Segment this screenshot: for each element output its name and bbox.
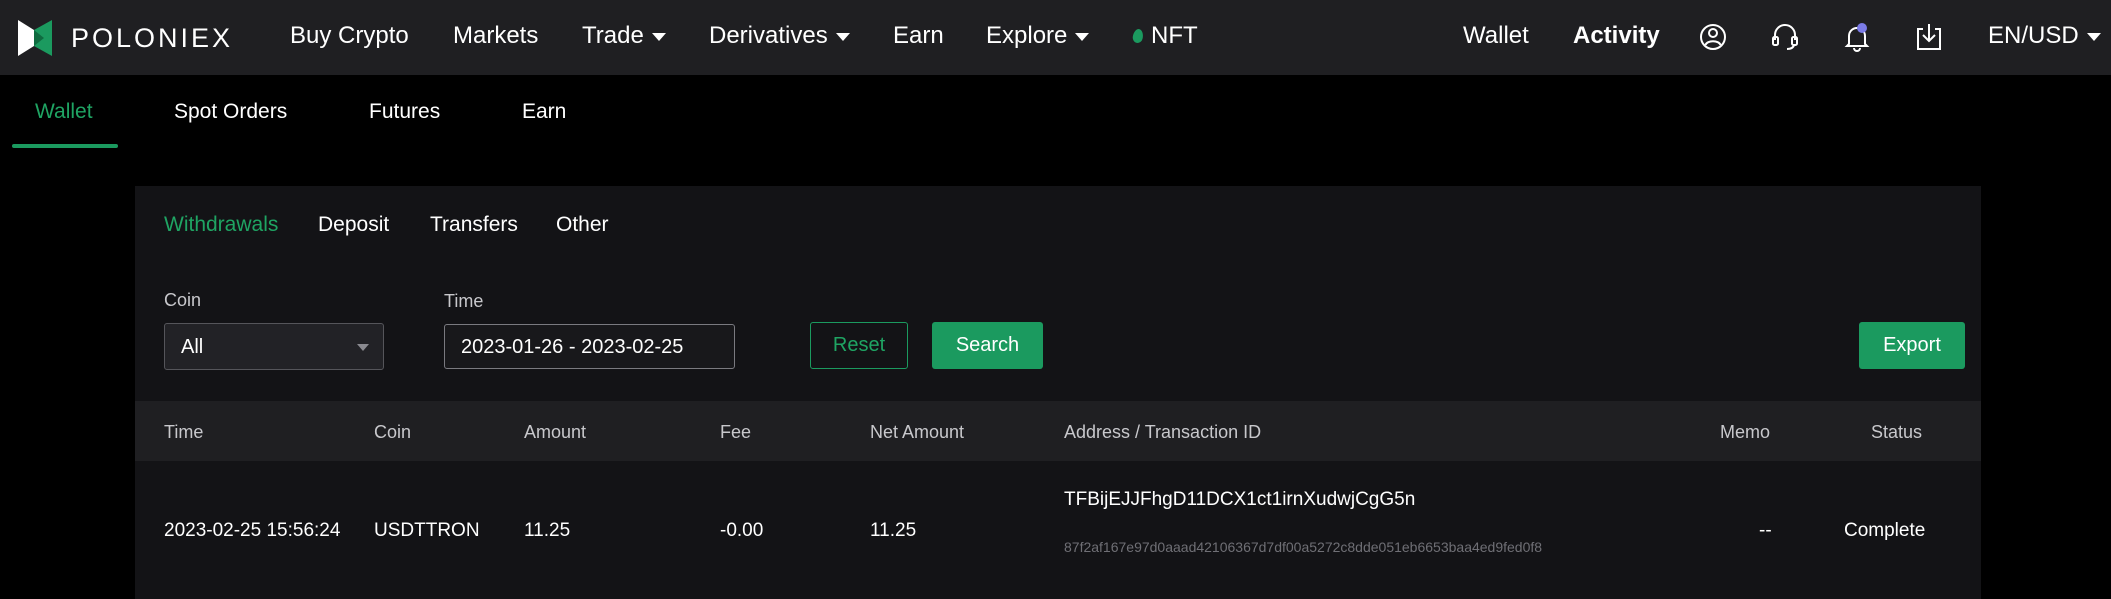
column-header-coin: Coin <box>374 422 412 442</box>
nav-label: Activity <box>1573 22 1660 49</box>
caret-down-icon <box>651 33 666 41</box>
column-header-address: Address / Transaction ID <box>1064 422 1262 442</box>
subnav-spot-orders[interactable]: Spot Orders <box>174 100 287 124</box>
brand-logo[interactable]: POLONIEX <box>18 20 233 56</box>
top-navbar: POLONIEX Buy Crypto Markets Trade Deriva… <box>0 0 2111 75</box>
date-range-input[interactable]: 2023-01-26 - 2023-02-25 <box>444 324 735 369</box>
tab-withdrawals[interactable]: Withdrawals <box>164 213 278 237</box>
nav-label: Trade <box>582 22 644 49</box>
column-header-memo: Memo <box>1720 422 1771 442</box>
headset-icon[interactable] <box>1769 20 1801 54</box>
tab-deposit[interactable]: Deposit <box>318 213 389 237</box>
table-header <box>135 401 1981 461</box>
nav-nft[interactable]: NFT <box>1131 22 1198 50</box>
nav-activity[interactable]: Activity <box>1573 22 1660 50</box>
nav-label: Wallet <box>1463 22 1529 49</box>
coin-filter-label: Coin <box>164 290 202 310</box>
nav-markets[interactable]: Markets <box>453 22 538 50</box>
subnav-earn[interactable]: Earn <box>522 100 566 124</box>
locale-label: EN/USD <box>1988 22 2079 49</box>
column-header-amount: Amount <box>524 422 587 442</box>
nav-label: Earn <box>893 22 944 49</box>
export-button[interactable]: Export <box>1859 322 1965 369</box>
caret-down-icon <box>2086 33 2101 41</box>
row-address[interactable]: TFBijEJJFhgD11DCX1ct1irnXudwjCgG5n <box>1064 489 1415 511</box>
row-amount: 11.25 <box>524 520 571 541</box>
row-net-amount: 11.25 <box>870 520 917 541</box>
subnav-futures[interactable]: Futures <box>369 100 440 124</box>
nav-buy-crypto[interactable]: Buy Crypto <box>290 22 409 50</box>
nav-label: Markets <box>453 22 539 49</box>
row-fee: -0.00 <box>720 520 764 541</box>
brand-name: POLONIEX <box>71 22 234 53</box>
row-status: Complete <box>1844 520 1926 541</box>
tab-transfers[interactable]: Transfers <box>430 213 518 237</box>
nav-explore[interactable]: Explore <box>986 22 1090 50</box>
poloniex-logo-icon <box>18 20 52 56</box>
reset-button[interactable]: Reset <box>810 322 908 369</box>
nav-derivatives[interactable]: Derivatives <box>709 22 850 50</box>
leaf-icon <box>1131 28 1145 44</box>
locale-selector[interactable]: EN/USD <box>1988 22 2101 50</box>
column-header-fee: Fee <box>720 422 752 442</box>
nav-label: NFT <box>1151 22 1198 49</box>
nav-trade[interactable]: Trade <box>582 22 666 50</box>
coin-select-value: All <box>181 336 204 358</box>
nav-label: Explore <box>986 22 1068 49</box>
tab-other[interactable]: Other <box>556 213 609 237</box>
date-range-value: 2023-01-26 - 2023-02-25 <box>461 336 684 358</box>
coin-select[interactable]: All <box>164 323 384 370</box>
time-filter-label: Time <box>444 291 484 311</box>
row-time: 2023-02-25 15:56:24 <box>164 520 341 541</box>
caret-down-icon <box>835 33 850 41</box>
caret-down-icon <box>1075 33 1090 41</box>
search-button[interactable]: Search <box>932 322 1043 369</box>
column-header-status: Status <box>1871 422 1923 442</box>
nav-label: Derivatives <box>709 22 828 49</box>
column-header-time: Time <box>164 422 204 442</box>
nav-earn[interactable]: Earn <box>893 22 944 50</box>
row-memo: -- <box>1759 520 1772 541</box>
chevron-down-icon <box>357 344 369 351</box>
nav-label: Buy Crypto <box>290 22 409 49</box>
column-header-net-amount: Net Amount <box>870 422 965 442</box>
row-coin: USDTTRON <box>374 520 480 541</box>
bell-icon[interactable] <box>1841 20 1873 54</box>
download-icon[interactable] <box>1913 20 1945 54</box>
user-icon[interactable] <box>1697 20 1729 54</box>
nav-wallet[interactable]: Wallet <box>1463 22 1529 50</box>
subnav-active-indicator <box>12 144 118 148</box>
row-transaction-id[interactable]: 87f2af167e97d0aaad42106367d7df00a5272c8d… <box>1064 539 1542 555</box>
subnav-wallet[interactable]: Wallet <box>35 100 93 124</box>
